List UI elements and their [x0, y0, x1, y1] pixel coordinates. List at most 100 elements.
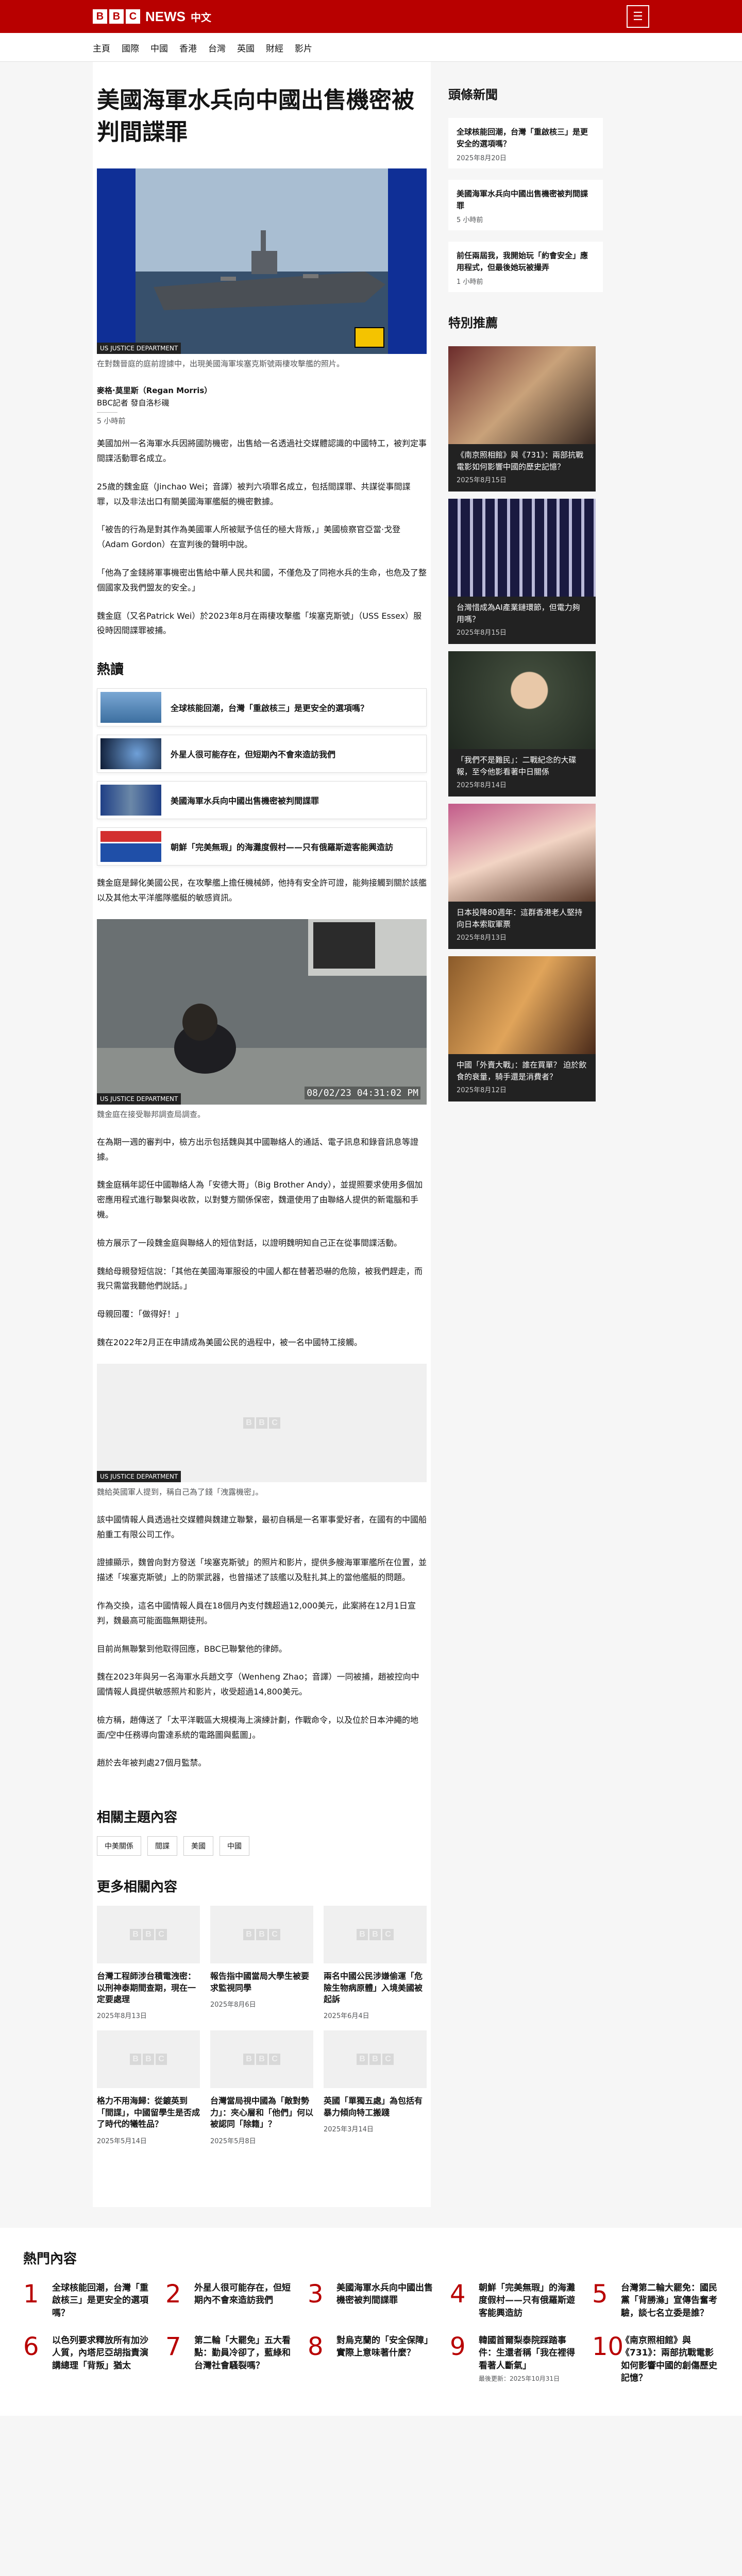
related-thumb: BBC	[324, 1906, 427, 1964]
placeholder-block: B	[243, 1417, 255, 1429]
logo-news-text: NEWS	[145, 8, 185, 24]
featured-date: 2025年8月12日	[457, 1087, 507, 1094]
menu-button[interactable]: ☰	[627, 5, 649, 28]
rank-number: 1	[23, 2279, 39, 2309]
most-read-item[interactable]: 4 朝鮮「完美無瑕」的海灘度假村——只有俄羅斯遊客能興造訪	[450, 2282, 577, 2320]
paragraph: 檢方稱，趙傳送了「太平洋戰區大規模海上演練計劃，作戰命令，以及位於日本沖繩的地面…	[97, 1715, 419, 1740]
most-read-title: 台灣第二輪大罷免：國民黨「背勝滌」宣傳告奮考驗，談七名立委是誰？	[621, 2282, 717, 2318]
paragraph: 目前尚無聯繫到他取得回應，BBC已聯繫他的律師。	[97, 1643, 287, 1654]
nav-item-business[interactable]: 財經	[266, 33, 283, 62]
nav-item-hongkong[interactable]: 香港	[179, 33, 197, 62]
featured-date: 2025年8月15日	[457, 477, 507, 484]
bbc-placeholder-logo: B B C	[243, 1417, 280, 1429]
nav-item-home[interactable]: 主頁	[93, 33, 110, 62]
nav-item-uk[interactable]: 英國	[237, 33, 255, 62]
most-read-item[interactable]: 10 《南京照相館》與《731》：兩部抗戰電影如何影響中國的創傷歷史記憶？	[592, 2334, 719, 2385]
most-read-title: 以色列要求釋放所有加沙人質，內塔尼亞胡指責演講總理「背叛」猶太	[52, 2335, 148, 2371]
most-read-title: 全球核能回潮，台灣「重啟核三」是更安全的選項嗎？	[52, 2282, 148, 2318]
logo-block: B	[109, 9, 124, 24]
featured-card[interactable]: 《南京照相館》與《731》：兩部抗戰電影如何影響中國的歷史記憶？ 2025年8月…	[448, 346, 596, 492]
related-card[interactable]: BBC 兩名中國公民涉嫌偷運「危險生物病原體」入境美國被起訴 2025年6月4日	[324, 1906, 427, 2020]
byline-divider	[97, 412, 117, 413]
headline-card[interactable]: 美國海軍水兵向中國出售機密被判間諜罪 5 小時前	[448, 180, 603, 230]
paragraph: 作為交換，這名中國情報人員在18個月內支付魏超過12,000美元，此案將在12月…	[97, 1600, 416, 1625]
popular-item[interactable]: 外星人很可能存在，但短期內不會來造訪我們	[97, 735, 427, 773]
related-card[interactable]: BBC 報告指中國當局大學生被要求監視同學 2025年8月6日	[210, 1906, 313, 2020]
most-read-item[interactable]: 1 全球核能回潮，台灣「重啟核三」是更安全的選項嗎？	[23, 2282, 150, 2320]
topic-tags: 中美關係 間諜 美國 中國	[97, 1836, 427, 1856]
related-card[interactable]: BBC 英國「單獨五處」為包括有暴力傾向特工搬踐 2025年3月14日	[324, 2030, 427, 2145]
hero-figure: US JUSTICE DEPARTMENT 在對魏晉庭的庭前證據中，出現美國海軍…	[97, 168, 427, 384]
article-title: 美國海軍水兵向中國出售機密被判間諜罪	[97, 87, 414, 145]
most-read-heading: 熱門內容	[23, 2251, 77, 2267]
related-thumb: BBC	[324, 2030, 427, 2089]
primary-nav: 主頁 國際 中國 香港 台灣 英國 財經 影片	[0, 33, 742, 62]
author-role: BBC記者 發自洛杉磯	[97, 398, 170, 408]
most-read-item[interactable]: 2 外星人很可能存在，但短期內不會來造訪我們	[165, 2282, 292, 2320]
popular-title: 全球核能回潮，台灣「重啟核三」是更安全的選項嗎？	[171, 703, 369, 714]
hero-credit: US JUSTICE DEPARTMENT	[97, 343, 181, 354]
featured-thumb	[448, 499, 596, 597]
popular-item[interactable]: 全球核能回潮，台灣「重啟核三」是更安全的選項嗎？	[97, 688, 427, 727]
most-read-item[interactable]: 5 台灣第二輪大罷免：國民黨「背勝滌」宣傳告奮考驗，談七名立委是誰？	[592, 2282, 719, 2320]
popular-item[interactable]: 美國海軍水兵向中國出售機密被判間諜罪	[97, 781, 427, 820]
topic-tag[interactable]: 間諜	[147, 1836, 177, 1856]
topic-tag[interactable]: 美國	[183, 1836, 213, 1856]
nav-item-taiwan[interactable]: 台灣	[208, 33, 226, 62]
most-read-item[interactable]: 8 對烏克蘭的「安全保障」實際上意味著什麼？	[308, 2334, 434, 2385]
topic-tag[interactable]: 中美關係	[97, 1836, 141, 1856]
featured-card[interactable]: 中國「外賣大戰」：誰在買單？ 迫於飲食的衰量，騎手還是消費者？ 2025年8月1…	[448, 956, 596, 1101]
popular-list: 全球核能回潮，台灣「重啟核三」是更安全的選項嗎？ 外星人很可能存在，但短期內不會…	[97, 688, 427, 866]
featured-date: 2025年8月15日	[457, 629, 507, 637]
bbc-news-logo[interactable]: B B C NEWS 中文	[93, 9, 211, 25]
paragraph: 魏金庭稱年認任中國聯絡人為「安德大哥」（Big Brother Andy），並提…	[97, 1180, 423, 1219]
placeholder-figure: B B C US JUSTICE DEPARTMENT 魏給英國軍人提到，稱自己…	[97, 1363, 427, 1513]
headline-date: 5 小時前	[457, 216, 483, 224]
related-title: 兩名中國公民涉嫌偷運「危險生物病原體」入境美國被起訴	[324, 1971, 423, 2005]
most-read-item[interactable]: 9 韓國首爾梨泰院踩踏事件：生還者稱「我在裡得看著人斷氣」 最後更新：2025年10…	[450, 2334, 577, 2385]
featured-card[interactable]: 「我們不是難民」：二戰紀念的大碟報，至今他影看著中日關係 2025年8月14日	[448, 651, 596, 796]
featured-card[interactable]: 日本投降80週年：這群香港老人堅持向日本索取軍票 2025年8月13日	[448, 804, 596, 949]
logo-block: B	[93, 9, 107, 24]
most-read-item[interactable]: 7 第二輪「大罷免」五大看點：勤員冷卻了，藍綠和台灣社會騷裂嗎？	[165, 2334, 292, 2385]
popular-thumb	[100, 785, 161, 816]
popular-thumb	[100, 831, 161, 862]
most-read-item[interactable]: 6 以色列要求釋放所有加沙人質，內塔尼亞胡指責演講總理「背叛」猶太	[23, 2334, 150, 2385]
nav-item-china[interactable]: 中國	[150, 33, 168, 62]
most-read-item[interactable]: 3 美國海軍水兵向中國出售機密被判間諜罪	[308, 2282, 434, 2320]
related-card[interactable]: BBC 台灣當局視中國為「敵對勢力」：夾心層和「他們」何以被認同「除籍」？ 20…	[210, 2030, 313, 2145]
featured-title: 「我們不是難民」：二戰紀念的大碟報，至今他影看著中日關係	[457, 755, 577, 776]
author-name: 麥格·莫里斯（Regan Morris）	[97, 386, 212, 396]
rank-number: 8	[308, 2332, 324, 2361]
featured-card[interactable]: 台灣惜成為AI產業鏈環節，但電力夠用嗎？ 2025年8月15日	[448, 499, 596, 644]
article: 美國海軍水兵向中國出售機密被判間諜罪 US JUSTICE DEPARTMENT…	[93, 62, 431, 2207]
topic-tag[interactable]: 中國	[220, 1836, 249, 1856]
popular-thumb	[100, 692, 161, 723]
featured-date: 2025年8月13日	[457, 934, 507, 942]
rank-number: 7	[165, 2332, 181, 2361]
popular-item[interactable]: 朝鮮「完美無瑕」的海灘度假村——只有俄羅斯遊客能興造訪	[97, 827, 427, 866]
rank-number: 9	[450, 2332, 466, 2361]
headline-title: 美國海軍水兵向中國出售機密被判間諜罪	[457, 189, 588, 210]
headline-card[interactable]: 前任兩屆我，我開始玩「約會安全」應用程式，但最後她玩被撮弄 1 小時前	[448, 242, 603, 292]
headline-card[interactable]: 全球核能回潮，台灣「重啟核三」是更安全的選項嗎？ 2025年8月20日	[448, 118, 603, 168]
hero-image: US JUSTICE DEPARTMENT	[97, 168, 427, 354]
featured-thumb	[448, 346, 596, 444]
paragraph: 在為期一週的審判中，檢方出示包括魏與其中國聯絡人的通話、電子訊息和錄音訊息等證據…	[97, 1137, 419, 1162]
more-grid: BBC 台灣工程師涉台積電洩密：以刑神泰期間查期，現在一定要處理 2025年8月…	[97, 1906, 427, 2145]
popular-title: 美國海軍水兵向中國出售機密被判間諜罪	[171, 796, 319, 806]
related-date: 2025年8月6日	[210, 2001, 256, 2009]
related-card[interactable]: BBC 台灣工程師涉台積電洩密：以刑神泰期間查期，現在一定要處理 2025年8月…	[97, 1906, 200, 2020]
nav-item-video[interactable]: 影片	[295, 33, 312, 62]
placeholder-block: B	[256, 1417, 267, 1429]
ship-badge	[355, 327, 384, 348]
related-title: 格力不用海歸：從鍍英到「間諜」，中國留學生是否成了時代的犧牲品？	[97, 2096, 200, 2129]
related-card[interactable]: BBC 格力不用海歸：從鍍英到「間諜」，中國留學生是否成了時代的犧牲品？ 202…	[97, 2030, 200, 2145]
popular-title: 朝鮮「完美無瑕」的海灘度假村——只有俄羅斯遊客能興造訪	[171, 842, 394, 853]
headline-date: 2025年8月20日	[457, 155, 507, 162]
headline-date: 1 小時前	[457, 278, 483, 286]
more-heading: 更多相關內容	[97, 1879, 178, 1895]
nav-item-world[interactable]: 國際	[122, 33, 139, 62]
paragraph: 魏在2022年2月正在申請成為美國公民的過程中，被一名中國特工接觸。	[97, 1337, 362, 1347]
most-read-list: 1 全球核能回潮，台灣「重啟核三」是更安全的選項嗎？ 2 外星人很可能存在，但短期內…	[23, 2282, 719, 2385]
